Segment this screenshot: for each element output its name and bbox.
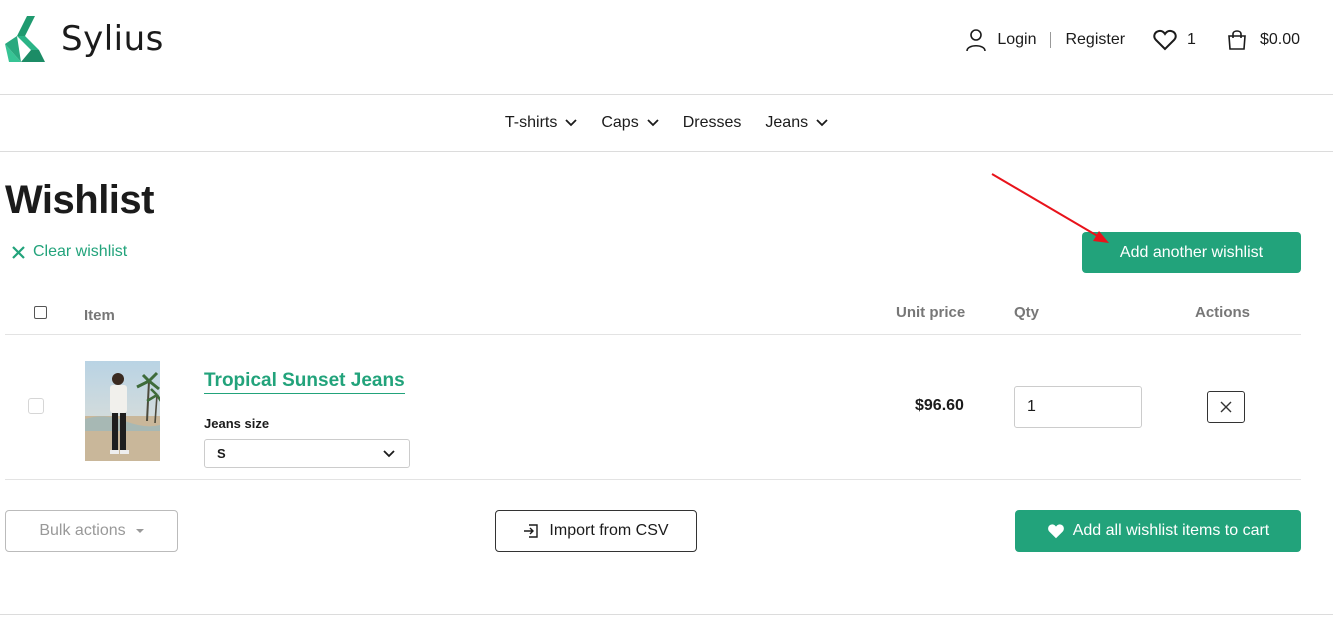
import-icon [524, 524, 539, 538]
cart-link[interactable]: $0.00 [1226, 29, 1300, 51]
nav-item-label: Jeans [765, 114, 809, 131]
chevron-down-icon [816, 119, 828, 127]
heart-icon [1153, 29, 1177, 51]
sylius-logo-icon [5, 16, 45, 62]
import-csv-label: Import from CSV [549, 522, 669, 539]
column-actions: Actions [1195, 304, 1251, 321]
nav-item-label: T-shirts [504, 114, 558, 131]
chevron-down-icon [383, 450, 395, 458]
site-header: Sylius Login Register 1 $0.00 [0, 0, 1333, 95]
logo[interactable]: Sylius [5, 14, 164, 64]
option-label: Jeans size [204, 416, 270, 431]
cart-total: $0.00 [1259, 31, 1300, 48]
size-select-value: S [217, 446, 226, 461]
main-nav: T-shirts Caps Dresses Jeans [0, 95, 1333, 152]
wishlist-link[interactable]: 1 [1153, 29, 1196, 51]
size-select[interactable]: S [204, 439, 410, 468]
quantity-input[interactable] [1014, 386, 1142, 428]
select-all-checkbox[interactable] [34, 306, 47, 319]
add-all-label: Add all wishlist items to cart [1072, 522, 1270, 539]
product-name-link[interactable]: Tropical Sunset Jeans [204, 369, 405, 394]
column-unit-price: Unit price [896, 304, 966, 321]
annotation-arrow-icon [991, 173, 1109, 243]
table-row: Tropical Sunset Jeans Jeans size S $96.6… [5, 335, 1301, 480]
nav-item-dresses[interactable]: Dresses [683, 114, 742, 132]
user-icon [966, 29, 987, 52]
nav-item-tshirts[interactable]: T-shirts [505, 114, 577, 132]
clear-wishlist-link[interactable]: Clear wishlist [12, 243, 127, 261]
wishlist-count: 1 [1187, 31, 1196, 48]
nav-item-jeans[interactable]: Jeans [765, 114, 828, 132]
table-header: Item Unit price Qty Actions [5, 295, 1301, 335]
page-title: Wishlist [5, 178, 155, 222]
nav-item-caps[interactable]: Caps [601, 114, 659, 132]
unit-price: $96.60 [915, 397, 964, 414]
heart-icon [1047, 524, 1064, 539]
divider [1050, 32, 1052, 48]
product-photo [85, 361, 160, 461]
nav-item-label: Dresses [682, 114, 742, 131]
add-all-to-cart-button[interactable]: Add all wishlist items to cart [1015, 510, 1301, 552]
clear-wishlist-label: Clear wishlist [33, 243, 128, 260]
remove-item-button[interactable] [1207, 391, 1245, 423]
column-item: Item [84, 307, 115, 324]
register-link[interactable]: Register [1065, 31, 1125, 49]
nav-item-label: Caps [601, 114, 639, 131]
divider [0, 614, 1333, 615]
account-bar: Login Register 1 $0.00 [965, 28, 1300, 52]
login-link[interactable]: Login [997, 31, 1036, 49]
import-csv-button[interactable]: Import from CSV [495, 510, 697, 552]
row-checkbox[interactable] [28, 398, 44, 414]
column-qty: Qty [1014, 304, 1040, 321]
product-image[interactable] [85, 361, 160, 461]
close-icon [1220, 401, 1232, 413]
bulk-actions-label: Bulk actions [39, 522, 126, 539]
shopping-bag-icon [1228, 30, 1246, 50]
caret-down-icon [135, 529, 144, 533]
bulk-actions-dropdown[interactable]: Bulk actions [5, 510, 178, 552]
chevron-down-icon [647, 119, 659, 127]
chevron-down-icon [565, 119, 577, 127]
logo-text: Sylius [61, 19, 164, 59]
close-icon [12, 245, 25, 259]
